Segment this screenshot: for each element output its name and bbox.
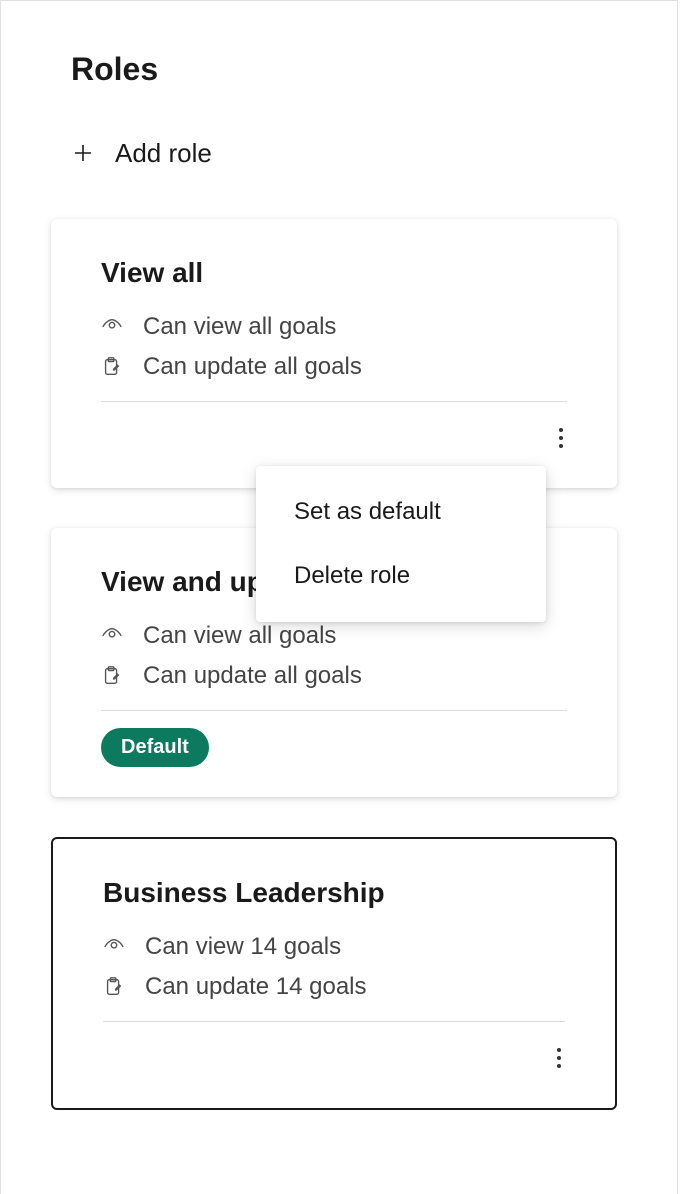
permission-row: Can update 14 goals	[103, 973, 565, 1001]
permission-row: Can view all goals	[101, 313, 567, 341]
context-menu: Set as default Delete role	[256, 466, 546, 622]
permission-text: Can view 14 goals	[145, 933, 341, 961]
set-as-default-menu-item[interactable]: Set as default	[256, 480, 546, 544]
plus-icon	[73, 141, 93, 167]
permission-row: Can view all goals	[101, 622, 567, 650]
add-role-label: Add role	[115, 138, 212, 169]
default-badge: Default	[101, 728, 209, 767]
eye-icon	[101, 625, 123, 647]
more-options-button[interactable]	[545, 422, 577, 454]
divider	[103, 1021, 565, 1022]
permission-row: Can update all goals	[101, 662, 567, 690]
card-footer	[103, 1038, 565, 1078]
clipboard-edit-icon	[101, 665, 123, 687]
more-options-button[interactable]	[543, 1042, 575, 1074]
clipboard-edit-icon	[103, 976, 125, 998]
delete-role-menu-item[interactable]: Delete role	[256, 544, 546, 608]
eye-icon	[101, 316, 123, 338]
permission-row: Can view 14 goals	[103, 933, 565, 961]
add-role-button[interactable]: Add role	[71, 138, 617, 169]
permission-text: Can update all goals	[143, 353, 362, 381]
card-footer: Default	[101, 727, 567, 767]
role-name: View all	[101, 257, 567, 289]
role-name: Business Leadership	[103, 877, 565, 909]
divider	[101, 710, 567, 711]
permission-text: Can view all goals	[143, 622, 336, 650]
role-card[interactable]: View all Can view all goals Can update a…	[51, 219, 617, 488]
divider	[101, 401, 567, 402]
clipboard-edit-icon	[101, 356, 123, 378]
permission-text: Can update 14 goals	[145, 973, 367, 1001]
roles-panel: Roles Add role View all Can view all goa…	[0, 0, 678, 1194]
permission-text: Can update all goals	[143, 662, 362, 690]
card-footer	[101, 418, 567, 458]
permission-text: Can view all goals	[143, 313, 336, 341]
role-card[interactable]: Business Leadership Can view 14 goals Ca…	[51, 837, 617, 1110]
permission-row: Can update all goals	[101, 353, 567, 381]
eye-icon	[103, 936, 125, 958]
page-title: Roles	[71, 51, 617, 88]
